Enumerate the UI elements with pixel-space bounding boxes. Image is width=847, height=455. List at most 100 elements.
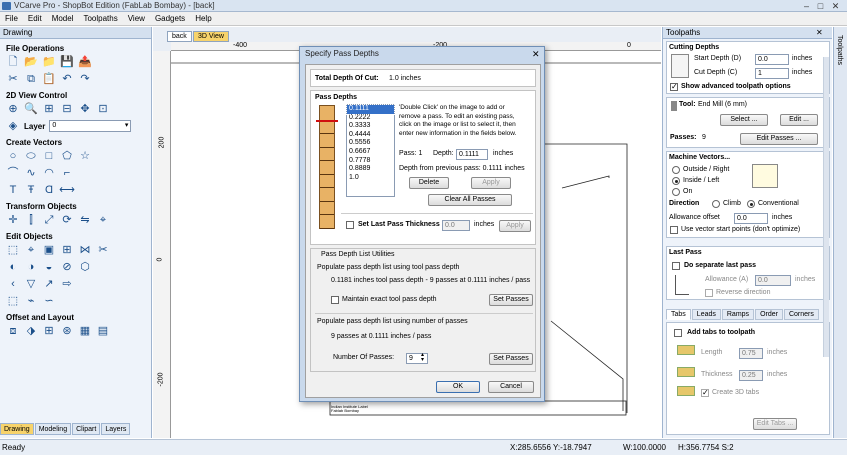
undo-icon[interactable]: ↶ bbox=[60, 72, 74, 86]
arc-icon[interactable]: ◠ bbox=[42, 166, 56, 180]
list-item[interactable]: 0.7778 bbox=[347, 157, 394, 166]
menu-file[interactable]: File bbox=[0, 12, 23, 25]
apply-button[interactable]: Apply bbox=[471, 177, 511, 189]
move-icon[interactable]: ✛ bbox=[6, 213, 20, 227]
zoom-out-icon[interactable]: ⊟ bbox=[60, 102, 74, 116]
fillet-icon[interactable]: ⌐ bbox=[60, 166, 74, 180]
scissors-icon[interactable]: ✂ bbox=[96, 243, 110, 257]
close-icon[interactable]: ✕ bbox=[830, 1, 841, 11]
menu-toolpaths[interactable]: Toolpaths bbox=[78, 12, 122, 25]
list-item[interactable]: 0.6667 bbox=[347, 148, 394, 157]
zoom-selected-icon[interactable]: ⊡ bbox=[96, 102, 110, 116]
list-item[interactable]: 0.3333 bbox=[347, 122, 394, 131]
node-edit-icon[interactable]: ⌖ bbox=[24, 243, 38, 257]
distort-icon[interactable]: ⌖ bbox=[96, 213, 110, 227]
set-last-pass-apply-button[interactable]: Apply bbox=[499, 220, 531, 232]
set-passes-count-button[interactable]: Set Passes bbox=[489, 353, 533, 365]
scale-icon[interactable]: ⤢ bbox=[42, 213, 56, 227]
export-icon[interactable]: 📤 bbox=[78, 55, 92, 69]
pan-icon[interactable]: ✥ bbox=[78, 102, 92, 116]
minimize-icon[interactable]: – bbox=[801, 1, 812, 11]
tab-corners[interactable]: Corners bbox=[783, 309, 819, 320]
extend-icon[interactable]: ⇨ bbox=[60, 277, 74, 291]
redo-icon[interactable]: ↷ bbox=[78, 72, 92, 86]
cut-depth-input[interactable]: 1 bbox=[755, 68, 789, 79]
ungroup-icon[interactable]: ⊞ bbox=[60, 243, 74, 257]
select-icon[interactable]: ⬚ bbox=[6, 243, 20, 257]
list-item[interactable]: 0.2222 bbox=[347, 114, 394, 123]
align-icon[interactable]: ⫿ bbox=[24, 213, 38, 227]
zoom-all-icon[interactable]: ⊕ bbox=[6, 102, 20, 116]
maintain-exact-checkbox[interactable] bbox=[331, 296, 339, 304]
import-icon[interactable]: 📁 bbox=[42, 55, 56, 69]
tab-leads[interactable]: Leads bbox=[691, 309, 721, 320]
chevron-left-icon[interactable]: ‹ bbox=[6, 277, 20, 291]
dimension-icon[interactable]: ⟷ bbox=[59, 183, 75, 197]
step-repeat-icon[interactable]: ▤ bbox=[96, 324, 110, 338]
conventional-radio[interactable] bbox=[747, 200, 755, 208]
fillet-corner-icon[interactable]: ⬗ bbox=[24, 324, 38, 338]
doc-tab-3d-view[interactable]: 3D View bbox=[193, 31, 229, 42]
list-item[interactable]: 1.0 bbox=[347, 174, 394, 183]
set-last-pass-input[interactable]: 0.0 bbox=[442, 220, 470, 231]
text-icon[interactable]: T bbox=[6, 183, 20, 197]
intersect-icon[interactable]: ◒ bbox=[42, 260, 56, 274]
separate-last-pass-checkbox[interactable] bbox=[672, 262, 680, 270]
list-item[interactable]: 0.1111 bbox=[346, 104, 395, 115]
open-file-icon[interactable]: 📂 bbox=[24, 55, 38, 69]
cancel-button[interactable]: Cancel bbox=[488, 381, 534, 393]
doc-tab-back[interactable]: back bbox=[167, 31, 192, 42]
text-on-curve-icon[interactable]: Ɑ bbox=[42, 183, 56, 197]
zoom-box-icon[interactable]: 🔍 bbox=[24, 102, 38, 116]
ellipse-icon[interactable]: ⬭ bbox=[24, 149, 38, 163]
tab-thickness-input[interactable]: 0.25 bbox=[739, 370, 763, 381]
array-copy-icon[interactable]: ⊞ bbox=[42, 324, 56, 338]
start-depth-input[interactable]: 0.0 bbox=[755, 54, 789, 65]
vector-start-checkbox[interactable] bbox=[670, 226, 678, 234]
outside-radio[interactable] bbox=[672, 166, 680, 174]
layer-select[interactable]: 0 ▾ bbox=[49, 120, 132, 132]
new-file-icon[interactable]: 🗋 bbox=[6, 55, 20, 69]
tab-layers[interactable]: Layers bbox=[101, 423, 131, 435]
edit-tool-button[interactable]: Edit ... bbox=[780, 114, 818, 126]
clear-all-passes-button[interactable]: Clear All Passes bbox=[428, 194, 512, 206]
dialog-close-icon[interactable]: ✕ bbox=[532, 49, 540, 60]
tab-drawing[interactable]: Drawing bbox=[0, 423, 34, 435]
delete-button[interactable]: Delete bbox=[409, 177, 449, 189]
tab-modeling[interactable]: Modeling bbox=[34, 423, 72, 435]
smooth-icon[interactable]: ⬚ bbox=[6, 294, 20, 308]
tab-ramps[interactable]: Ramps bbox=[721, 309, 755, 320]
close-icon[interactable]: ✕ bbox=[816, 28, 823, 37]
pass-depth-image[interactable] bbox=[316, 105, 338, 229]
maximize-icon[interactable]: □ bbox=[815, 1, 826, 11]
join-icon[interactable]: ⋈ bbox=[78, 243, 92, 257]
rectangle-icon[interactable]: □ bbox=[42, 149, 56, 163]
menu-view[interactable]: View bbox=[123, 12, 150, 25]
text-box-icon[interactable]: Ŧ bbox=[24, 183, 38, 197]
group-icon[interactable]: ▣ bbox=[42, 243, 56, 257]
set-last-pass-checkbox[interactable] bbox=[346, 221, 354, 229]
inside-radio[interactable] bbox=[672, 177, 680, 185]
menu-gadgets[interactable]: Gadgets bbox=[150, 12, 190, 25]
depth-input[interactable]: 0.1111 bbox=[456, 149, 488, 160]
arrow-icon[interactable]: ↗ bbox=[42, 277, 56, 291]
circle-icon[interactable]: ○ bbox=[6, 149, 20, 163]
tab-length-input[interactable]: 0.75 bbox=[739, 348, 763, 359]
tab-tabs[interactable]: Tabs bbox=[666, 309, 691, 320]
mirror-icon[interactable]: ⇋ bbox=[78, 213, 92, 227]
tab-order[interactable]: Order bbox=[755, 309, 783, 320]
reverse-direction-checkbox[interactable] bbox=[705, 289, 713, 297]
edit-passes-button[interactable]: Edit Passes ... bbox=[740, 133, 818, 145]
num-passes-input[interactable]: 9 bbox=[406, 353, 428, 364]
climb-radio[interactable] bbox=[712, 200, 720, 208]
circular-array-icon[interactable]: ⊛ bbox=[60, 324, 74, 338]
list-item[interactable]: 0.5556 bbox=[347, 139, 394, 148]
create-3d-tabs-checkbox[interactable] bbox=[701, 388, 709, 397]
polygon-icon[interactable]: ⬠ bbox=[60, 149, 74, 163]
curve-icon[interactable]: ∿ bbox=[24, 166, 38, 180]
ok-button[interactable]: OK bbox=[436, 381, 480, 393]
paste-icon[interactable]: 📋 bbox=[42, 72, 56, 86]
select-tool-button[interactable]: Select ... bbox=[720, 114, 768, 126]
list-item[interactable]: 0.4444 bbox=[347, 131, 394, 140]
add-tabs-checkbox[interactable] bbox=[674, 329, 682, 337]
